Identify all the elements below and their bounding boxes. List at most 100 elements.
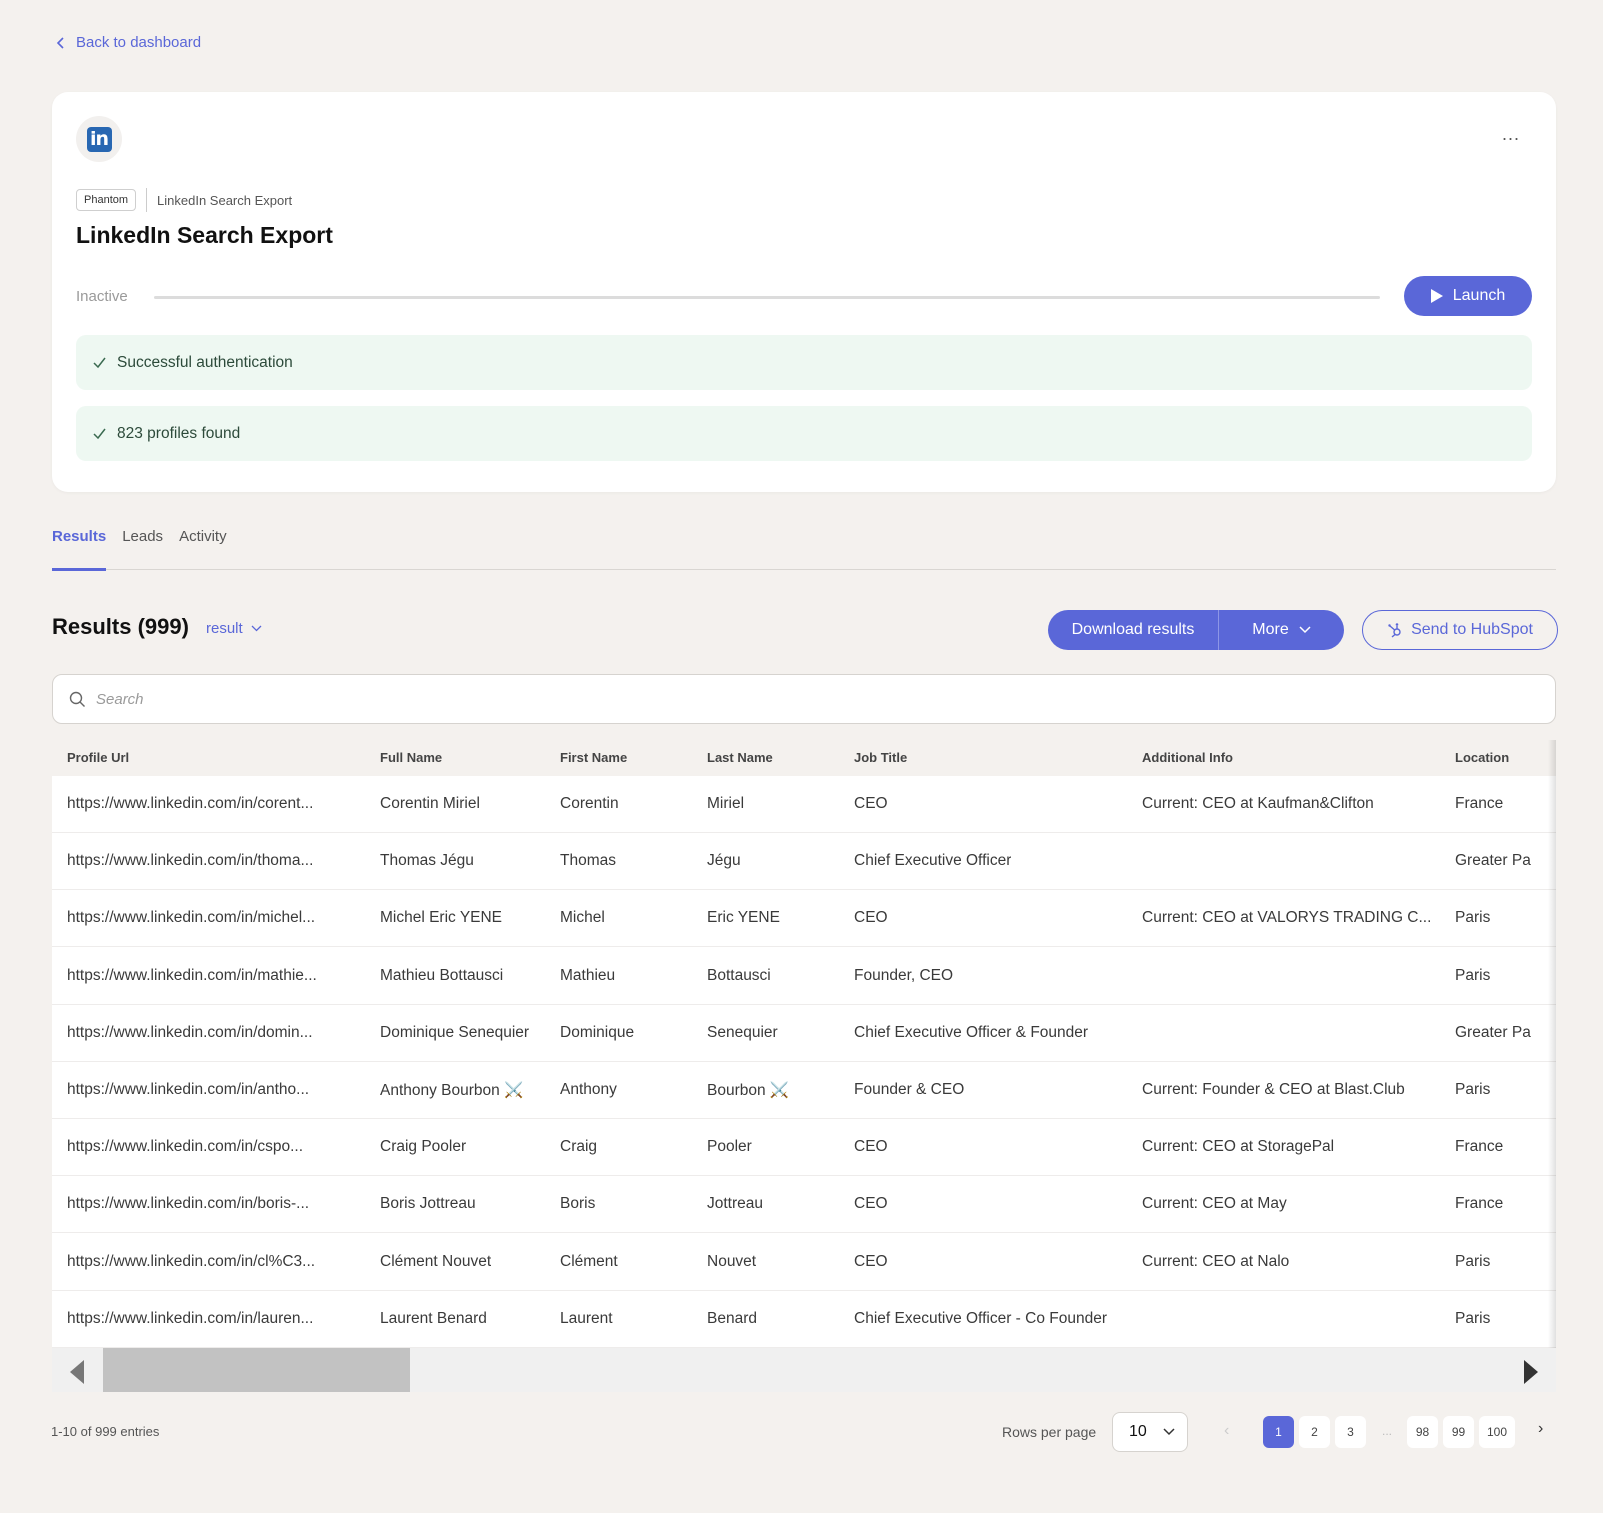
- scroll-left-arrow-icon[interactable]: [70, 1360, 84, 1384]
- chevron-down-icon: [1163, 1428, 1175, 1436]
- column-header-location[interactable]: Location: [1455, 750, 1509, 765]
- column-header-additional-info[interactable]: Additional Info: [1142, 750, 1233, 765]
- search-input[interactable]: [96, 690, 1496, 708]
- cell-last-name: Benard: [707, 1309, 757, 1327]
- column-header-job-title[interactable]: Job Title: [854, 750, 907, 765]
- cell-first-name: Clément: [560, 1252, 618, 1270]
- launch-button[interactable]: Launch: [1404, 276, 1532, 316]
- download-button-group: Download results More: [1048, 610, 1344, 650]
- cell-additional-info: Current: CEO at May: [1142, 1195, 1287, 1213]
- cell-additional-info: Current: CEO at StoragePal: [1142, 1138, 1335, 1156]
- cell-job-title: CEO: [854, 1195, 888, 1213]
- result-type-dropdown[interactable]: result: [206, 620, 262, 637]
- notice-text: Successful authentication: [117, 353, 293, 371]
- rows-per-page-select[interactable]: 10: [1112, 1412, 1188, 1452]
- column-header-profile-url[interactable]: Profile Url: [67, 750, 129, 765]
- table-row[interactable]: https://www.linkedin.com/in/cspo... Craig…: [52, 1119, 1556, 1177]
- chevron-left-icon: [56, 36, 64, 49]
- cell-additional-info: Current: CEO at Nalo: [1142, 1252, 1290, 1270]
- cell-last-name: Miriel: [707, 795, 745, 812]
- cell-profile-url[interactable]: https://www.linkedin.com/in/mathie...: [67, 967, 317, 985]
- next-page-icon[interactable]: ›: [1538, 1420, 1543, 1438]
- cell-profile-url[interactable]: https://www.linkedin.com/in/corent...: [67, 795, 313, 813]
- notice-authentication: Successful authentication: [76, 335, 1532, 390]
- table-row[interactable]: https://www.linkedin.com/in/boris-... Bor…: [52, 1176, 1556, 1234]
- table-row[interactable]: https://www.linkedin.com/in/antho... Anth…: [52, 1062, 1556, 1119]
- page-ellipsis: ...: [1382, 1424, 1393, 1438]
- cell-last-name: Eric YENE: [707, 909, 780, 927]
- phantom-card: in ... Phantom LinkedIn Search Export Li…: [52, 92, 1556, 492]
- cell-profile-url[interactable]: https://www.linkedin.com/in/michel...: [67, 909, 315, 927]
- send-to-hubspot-button[interactable]: Send to HubSpot: [1362, 610, 1558, 650]
- cell-additional-info: Current: CEO at VALORYS TRADING C...: [1142, 909, 1432, 927]
- cell-full-name: Boris Jottreau: [380, 1195, 476, 1213]
- page-button-99[interactable]: 99: [1443, 1416, 1474, 1448]
- cell-last-name: Jottreau: [707, 1195, 764, 1213]
- breadcrumb-divider: [146, 188, 148, 212]
- cell-profile-url[interactable]: https://www.linkedin.com/in/boris-...: [67, 1195, 309, 1213]
- chevron-down-icon: [251, 625, 262, 632]
- cell-first-name: Anthony: [560, 1081, 617, 1098]
- cell-profile-url[interactable]: https://www.linkedin.com/in/thoma...: [67, 852, 313, 870]
- table-row[interactable]: https://www.linkedin.com/in/cl%C3... Clém…: [52, 1234, 1556, 1291]
- cell-profile-url[interactable]: https://www.linkedin.com/in/antho...: [67, 1081, 309, 1099]
- entries-count: 1-10 of 999 entries: [51, 1424, 160, 1439]
- page-button-100[interactable]: 100: [1479, 1416, 1515, 1448]
- back-label: Back to dashboard: [76, 34, 202, 51]
- breadcrumb: Phantom LinkedIn Search Export: [76, 188, 292, 212]
- prev-page-icon[interactable]: ‹: [1224, 1422, 1229, 1440]
- notice-profiles-found: 823 profiles found: [76, 406, 1532, 461]
- column-header-last-name[interactable]: Last Name: [707, 750, 773, 765]
- more-label: More: [1252, 621, 1289, 638]
- page-button-1[interactable]: 1: [1263, 1416, 1294, 1448]
- table-row[interactable]: https://www.linkedin.com/in/domin... Domi…: [52, 1005, 1556, 1062]
- table-row[interactable]: https://www.linkedin.com/in/mathie... Mat…: [52, 948, 1556, 1005]
- page-button-98[interactable]: 98: [1407, 1416, 1438, 1448]
- linkedin-icon: in: [86, 126, 112, 152]
- cell-location: Paris: [1455, 1081, 1491, 1098]
- scrollbar-thumb[interactable]: [103, 1348, 410, 1392]
- horizontal-scrollbar[interactable]: [52, 1348, 1556, 1392]
- page-button-3[interactable]: 3: [1335, 1416, 1366, 1448]
- cell-location: Paris: [1455, 966, 1491, 984]
- table-edge-shadow: [1548, 740, 1556, 1348]
- cell-job-title: CEO: [854, 795, 888, 812]
- download-results-button[interactable]: Download results: [1048, 610, 1218, 650]
- cell-job-title: CEO: [854, 1252, 888, 1270]
- table-row[interactable]: https://www.linkedin.com/in/thoma... Thom…: [52, 833, 1556, 891]
- cell-full-name: Mathieu Bottausci: [380, 966, 504, 984]
- phantom-badge: Phantom: [76, 189, 137, 211]
- results-title: Results (999): [52, 614, 189, 639]
- cell-profile-url[interactable]: https://www.linkedin.com/in/cspo...: [67, 1138, 303, 1156]
- play-icon: [1430, 289, 1443, 303]
- column-header-full-name[interactable]: Full Name: [380, 750, 442, 765]
- more-options-icon[interactable]: ...: [1502, 124, 1520, 145]
- cell-last-name: Senequier: [707, 1023, 778, 1041]
- table-row[interactable]: https://www.linkedin.com/in/corent... Cor…: [52, 776, 1556, 833]
- tab-results[interactable]: Results: [52, 522, 107, 571]
- more-button[interactable]: More: [1218, 610, 1344, 650]
- tab-activity[interactable]: Activity: [179, 522, 227, 570]
- cell-profile-url[interactable]: https://www.linkedin.com/in/lauren...: [67, 1310, 313, 1328]
- tab-leads[interactable]: Leads: [122, 522, 163, 570]
- rows-per-page-value: 10: [1129, 1423, 1147, 1440]
- page-button-2[interactable]: 2: [1299, 1416, 1330, 1448]
- cell-full-name: Thomas Jégu: [380, 852, 474, 870]
- scroll-right-arrow-icon[interactable]: [1524, 1360, 1538, 1384]
- rows-per-page-label: Rows per page: [1002, 1424, 1097, 1440]
- back-to-dashboard-link[interactable]: Back to dashboard: [54, 34, 201, 51]
- cell-full-name: Corentin Miriel: [380, 795, 480, 812]
- search-icon: [69, 691, 85, 707]
- cell-additional-info: Current: Founder & CEO at Blast.Club: [1142, 1081, 1405, 1098]
- cell-full-name: Laurent Benard: [380, 1309, 487, 1327]
- result-type-label: result: [206, 620, 243, 637]
- cell-job-title: CEO: [854, 1138, 888, 1156]
- cell-full-name: Michel Eric YENE: [380, 909, 503, 927]
- chevron-down-icon: [1299, 626, 1311, 634]
- table-row[interactable]: https://www.linkedin.com/in/michel... Mic…: [52, 890, 1556, 948]
- cell-job-title: Chief Executive Officer: [854, 852, 1012, 870]
- column-header-first-name[interactable]: First Name: [560, 750, 627, 765]
- table-row[interactable]: https://www.linkedin.com/in/lauren... Lau…: [52, 1291, 1556, 1348]
- cell-profile-url[interactable]: https://www.linkedin.com/in/cl%C3...: [67, 1253, 315, 1271]
- cell-profile-url[interactable]: https://www.linkedin.com/in/domin...: [67, 1024, 313, 1042]
